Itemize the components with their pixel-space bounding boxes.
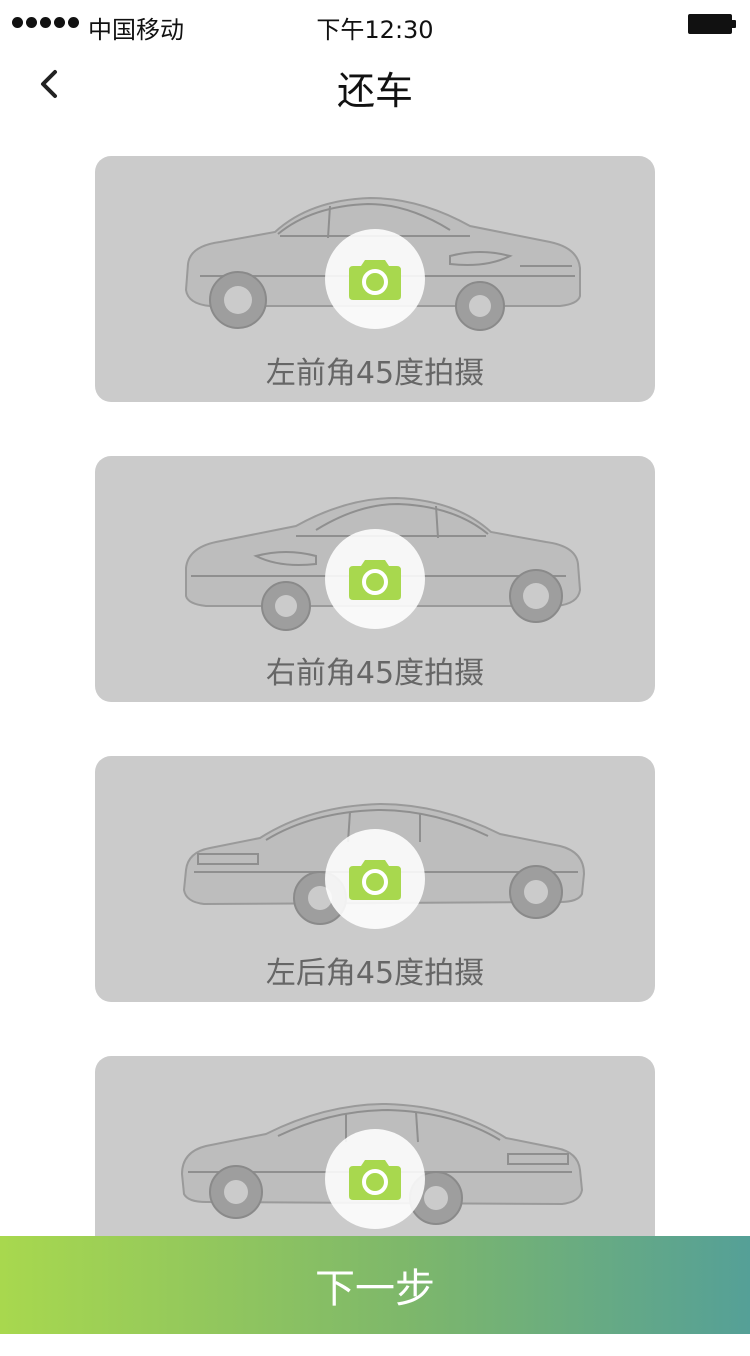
status-bar: 中国移动 下午12:30 bbox=[0, 0, 750, 50]
photo-slot-label: 右前角45度拍摄 bbox=[265, 656, 485, 691]
photo-slot-left-rear[interactable]: 左后角45度拍摄 bbox=[95, 756, 655, 1002]
nav-bar: 还车 bbox=[0, 50, 750, 120]
photo-slot-right-front[interactable]: 右前角45度拍摄 bbox=[95, 456, 655, 702]
page-title: 还车 bbox=[336, 69, 413, 113]
photo-slot-list: 左前角45度拍摄 右前角45度拍摄 左后角45度拍摄 bbox=[95, 156, 655, 1356]
camera-button[interactable] bbox=[325, 229, 425, 329]
camera-icon bbox=[349, 860, 401, 900]
camera-icon bbox=[349, 560, 401, 600]
camera-icon bbox=[349, 1160, 401, 1200]
next-step-button[interactable]: 下一步 bbox=[0, 1236, 750, 1334]
photo-slot-left-front[interactable]: 左前角45度拍摄 bbox=[95, 156, 655, 402]
status-time: 下午12:30 bbox=[316, 16, 434, 44]
photo-slot-label: 左后角45度拍摄 bbox=[265, 956, 485, 991]
camera-button[interactable] bbox=[325, 829, 425, 929]
camera-button[interactable] bbox=[325, 529, 425, 629]
camera-button[interactable] bbox=[325, 1129, 425, 1229]
camera-icon bbox=[349, 260, 401, 300]
photo-slot-label: 左前角45度拍摄 bbox=[265, 356, 485, 391]
battery-icon bbox=[688, 14, 736, 34]
